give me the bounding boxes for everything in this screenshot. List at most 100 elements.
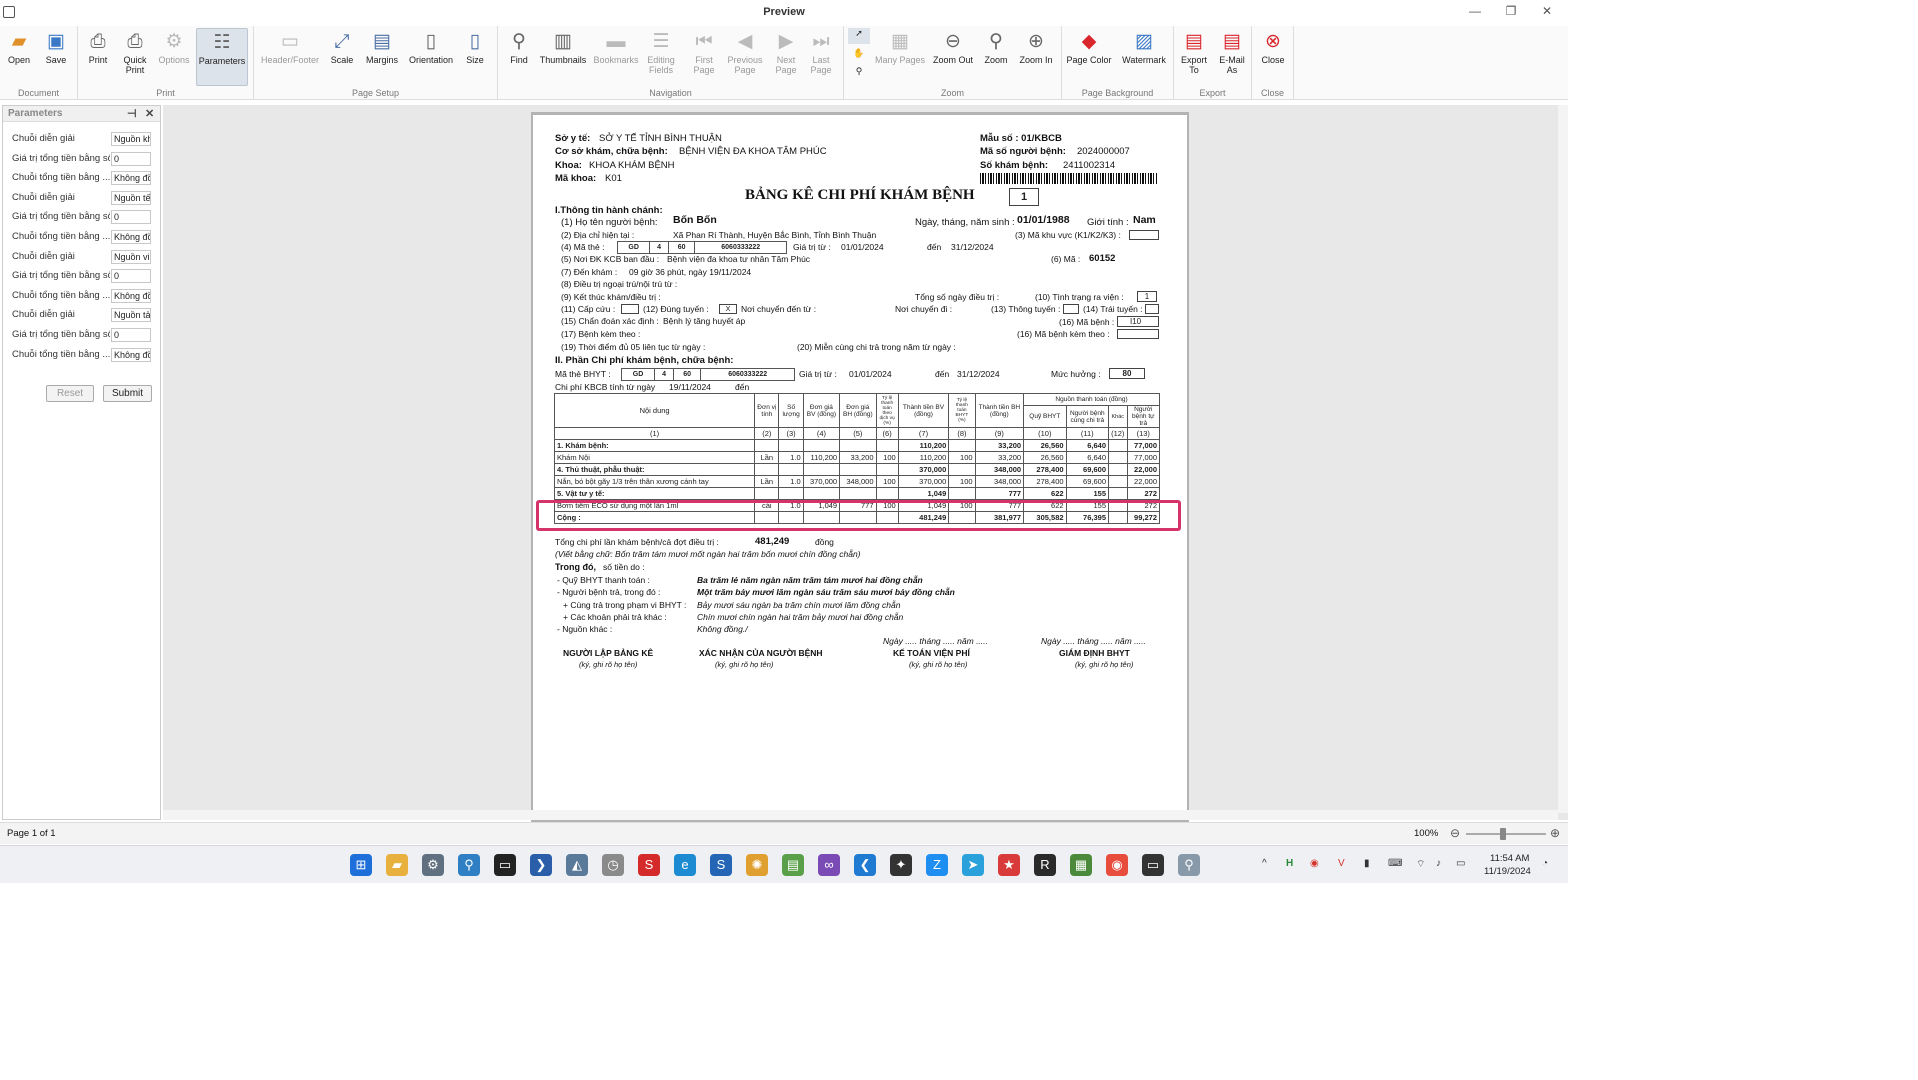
- zoom-button[interactable]: ⚲ Zoom: [980, 28, 1012, 84]
- parameter-input[interactable]: Không đồ: [111, 288, 151, 303]
- magnifier-tool-button[interactable]: ⚲: [848, 66, 870, 82]
- parameter-input[interactable]: 0: [111, 269, 151, 284]
- notification-icon[interactable]: ◔: [1542, 858, 1548, 869]
- tray-keyboard-icon[interactable]: ⌨: [1388, 858, 1402, 869]
- watermark-button[interactable]: ▨ Watermark: [1118, 28, 1170, 84]
- zoom-slider[interactable]: [1466, 833, 1546, 835]
- next-page-icon: ▶: [778, 31, 794, 52]
- close-panel-icon[interactable]: ✕: [145, 107, 154, 120]
- document-viewer[interactable]: Sở y tế: SỞ Y TẾ TỈNH BÌNH THUẬN Cơ sở k…: [163, 105, 1568, 822]
- zoom-out-button[interactable]: ⊖ Zoom Out: [930, 28, 976, 84]
- page-color-button[interactable]: ◆ Page Color: [1064, 28, 1114, 84]
- powershell-icon[interactable]: ❯: [530, 854, 552, 876]
- zoom-minus-icon[interactable]: ⊖: [1450, 826, 1460, 840]
- clock-time[interactable]: 11:54 AM: [1490, 853, 1529, 864]
- jetbrains-icon[interactable]: R: [1034, 854, 1056, 876]
- tray-chrome-icon[interactable]: ◉: [1310, 858, 1319, 869]
- bookmarks-button[interactable]: ▬ Bookmarks: [592, 28, 640, 84]
- minimize-button[interactable]: —: [1460, 4, 1490, 22]
- close-window-button[interactable]: ✕: [1532, 4, 1562, 22]
- editing-fields-button[interactable]: ☰ Editing Fields: [644, 28, 678, 84]
- save-button[interactable]: ▣ Save: [40, 28, 72, 84]
- vertical-scrollbar[interactable]: [1558, 105, 1568, 813]
- hand-tool-button[interactable]: ✋: [848, 48, 870, 64]
- margins-button[interactable]: ▤ Margins: [362, 28, 402, 84]
- previous-page-button[interactable]: ◀ Previous Page: [724, 28, 766, 84]
- date-line-2: Ngày ..... tháng ..... năm .....: [1041, 636, 1146, 646]
- first-page-button[interactable]: ⏮ First Page: [686, 28, 722, 84]
- parameter-input[interactable]: Nguồn tế: [111, 190, 151, 205]
- print-button[interactable]: ⎙ Print: [82, 28, 114, 84]
- parameters-button[interactable]: ☷ Parameters: [196, 28, 248, 86]
- parameter-input[interactable]: Không đồ: [111, 347, 151, 362]
- many-pages-button[interactable]: ▦ Many Pages: [874, 28, 926, 84]
- window-title: Preview: [763, 6, 805, 18]
- export-to-button[interactable]: ▤ Export To: [1176, 28, 1212, 84]
- gioi-tinh-label: Giới tính :: [1087, 217, 1129, 228]
- tray-v-icon[interactable]: V: [1338, 858, 1345, 869]
- vscode-icon[interactable]: ❮: [854, 854, 876, 876]
- header-footer-button[interactable]: ▭ Header/Footer: [258, 28, 322, 84]
- scale-button[interactable]: ⤢ Scale: [326, 28, 358, 84]
- submit-button[interactable]: Submit: [103, 385, 152, 402]
- preview-app-icon[interactable]: ⚲: [1178, 854, 1200, 876]
- maximize-button[interactable]: ❐: [1496, 4, 1526, 22]
- pin-icon[interactable]: ⊣: [127, 107, 137, 120]
- size-button[interactable]: ▯ Size: [460, 28, 490, 84]
- col-header-1: Nội dung: [553, 393, 756, 428]
- quick-print-button[interactable]: ⎙ Quick Print: [118, 28, 152, 84]
- photos-icon[interactable]: ◭: [566, 854, 588, 876]
- search-app-icon[interactable]: ⚲: [458, 854, 480, 876]
- chatgpt-icon[interactable]: ✦: [890, 854, 912, 876]
- options-button[interactable]: ⚙ Options: [156, 28, 192, 84]
- tray-chevron-icon[interactable]: ^: [1262, 858, 1267, 869]
- edge-icon[interactable]: e: [674, 854, 696, 876]
- pointer-tool-button[interactable]: ➚: [848, 28, 870, 44]
- parameter-input[interactable]: 0: [111, 210, 151, 225]
- next-page-button[interactable]: ▶ Next Page: [768, 28, 804, 84]
- blue-app-icon[interactable]: S: [710, 854, 732, 876]
- volume-icon[interactable]: ♪: [1436, 858, 1441, 869]
- archive-icon[interactable]: ▦: [1070, 854, 1092, 876]
- chrome-icon[interactable]: ◉: [1106, 854, 1128, 876]
- thumbnails-button[interactable]: ▥ Thumbnails: [538, 28, 588, 84]
- parameter-input[interactable]: Nguồn tả: [111, 308, 151, 323]
- binoculars-icon: ⚲: [512, 31, 526, 52]
- start-icon[interactable]: ⊞: [350, 854, 372, 876]
- file-explorer-icon[interactable]: ▰: [386, 854, 408, 876]
- wifi-icon[interactable]: ⌔: [1416, 858, 1425, 871]
- horizontal-scrollbar[interactable]: [163, 810, 1558, 820]
- parameter-input[interactable]: Không đồ: [111, 171, 151, 186]
- settings-icon[interactable]: ⚙: [422, 854, 444, 876]
- zalo-icon[interactable]: Z: [926, 854, 948, 876]
- spreadsheet-icon[interactable]: ▤: [782, 854, 804, 876]
- power-icon[interactable]: ▭: [1456, 858, 1465, 869]
- star-app-icon[interactable]: ★: [998, 854, 1020, 876]
- tong-chi-phi-value: 481,249: [755, 536, 790, 547]
- tray-battery-icon[interactable]: ▮: [1364, 858, 1370, 869]
- open-button[interactable]: ▰ Open: [4, 28, 34, 84]
- zoom-slider-thumb[interactable]: [1500, 828, 1506, 840]
- parameter-input[interactable]: Nguồn vi: [111, 249, 151, 264]
- last-page-button[interactable]: ⏭ Last Page: [804, 28, 838, 84]
- terminal-icon[interactable]: ▭: [494, 854, 516, 876]
- visual-studio-icon[interactable]: ∞: [818, 854, 840, 876]
- parameter-input[interactable]: 0: [111, 328, 151, 342]
- red-app-icon[interactable]: S: [638, 854, 660, 876]
- clock-app-icon[interactable]: ◷: [602, 854, 624, 876]
- cmd-icon[interactable]: ▭: [1142, 854, 1164, 876]
- tray-h-icon[interactable]: H: [1286, 858, 1293, 869]
- clock-date[interactable]: 11/19/2024: [1484, 866, 1531, 877]
- find-button[interactable]: ⚲ Find: [502, 28, 536, 84]
- orientation-button[interactable]: ▯ Orientation: [404, 28, 458, 84]
- zoom-plus-icon[interactable]: ⊕: [1550, 826, 1560, 840]
- parameter-input[interactable]: Nguồn kh: [111, 132, 151, 146]
- telegram-icon[interactable]: ➤: [962, 854, 984, 876]
- reset-button[interactable]: Reset: [46, 385, 94, 402]
- email-as-button[interactable]: ▤ E-Mail As: [1214, 28, 1250, 84]
- close-preview-button[interactable]: ⊗ Close: [1256, 28, 1290, 84]
- zoom-in-button[interactable]: ⊕ Zoom In: [1016, 28, 1056, 84]
- network-app-icon[interactable]: ✺: [746, 854, 768, 876]
- parameter-input[interactable]: 0: [111, 151, 151, 166]
- parameter-input[interactable]: Không đồ: [111, 230, 151, 244]
